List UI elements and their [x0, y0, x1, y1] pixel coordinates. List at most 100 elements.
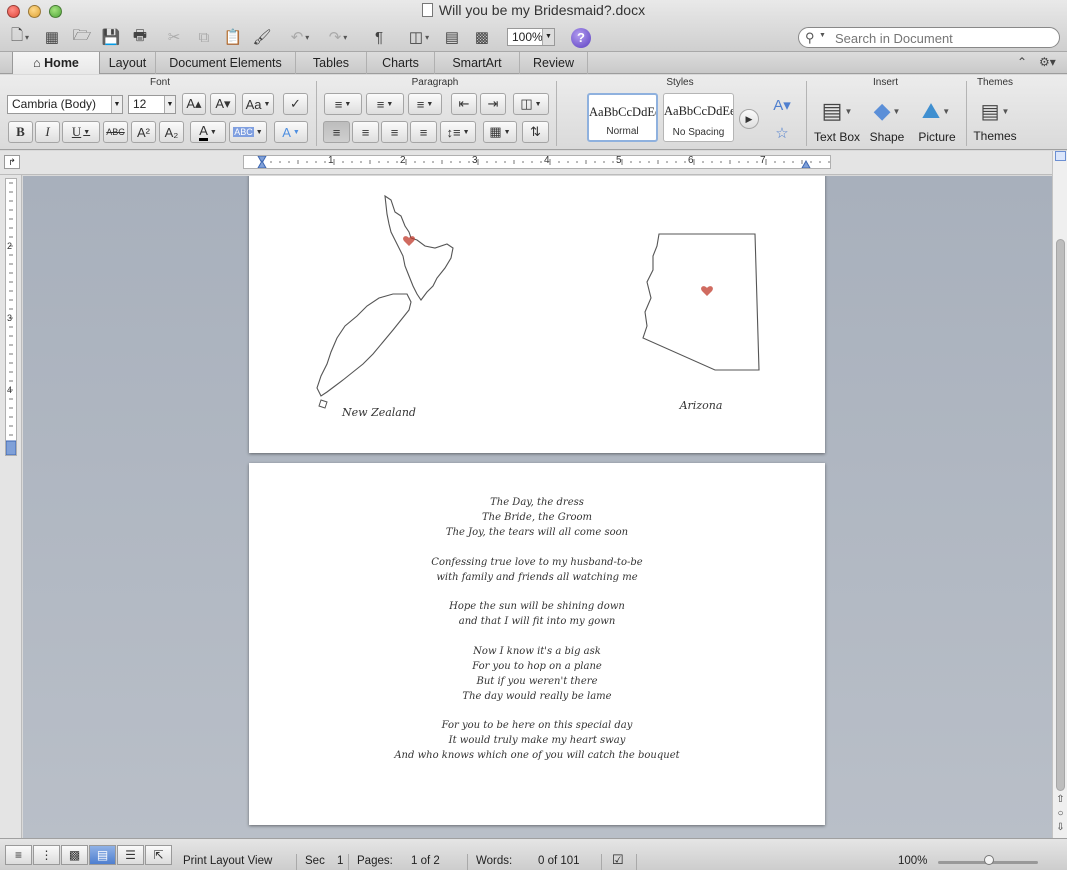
bold-button[interactable]: B [8, 121, 33, 143]
line-spacing-button[interactable]: ↕≡ ▼ [440, 121, 476, 143]
font-color-button[interactable]: A ▼ [190, 121, 226, 143]
search-input[interactable] [835, 30, 1050, 46]
text-box-button[interactable]: ▤ ▼ [816, 96, 858, 126]
tab-selector-icon[interactable]: ↱ [4, 155, 20, 169]
ruler-number: 3 [7, 313, 13, 323]
numbering-button[interactable]: ≡ ▼ [366, 93, 404, 115]
redo-button[interactable]: ↷ ▾ [322, 25, 354, 49]
poem-line: For you to hop on a plane [472, 660, 602, 672]
picture-button[interactable]: ⛰ ▼ [915, 96, 957, 126]
subscript-button[interactable]: A₂ [159, 121, 184, 143]
style-no-spacing[interactable]: AaBbCcDdEe No Spacing [663, 93, 734, 142]
view-name: Print Layout View [183, 855, 273, 867]
ruler-number: 7 [760, 155, 766, 166]
print-button[interactable]: 🖶 [128, 25, 152, 49]
help-icon[interactable]: ? [571, 28, 591, 48]
search-options-icon[interactable]: ▼ [819, 32, 826, 39]
undo-button[interactable]: ↶ ▾ [284, 25, 316, 49]
new-document-button[interactable]: 🗋 ▾ [5, 25, 35, 49]
publishing-view-button[interactable]: ▩ [61, 845, 88, 865]
gear-icon[interactable]: ⚙▾ [1039, 55, 1056, 69]
text-effects-button[interactable]: A ▼ [274, 121, 308, 143]
columns-button[interactable]: ◫ ▼ [513, 93, 549, 115]
superscript-button[interactable]: A² [131, 121, 156, 143]
align-left-button[interactable]: ≡ [323, 121, 350, 143]
bullets-button[interactable]: ≡ ▼ [324, 93, 362, 115]
paste-button[interactable]: 📋 [221, 25, 245, 49]
tab-smartart[interactable]: SmartArt [435, 52, 520, 74]
shape-button[interactable]: ◆ ▼ [866, 96, 908, 126]
clear-formatting-button[interactable]: ✓ [283, 93, 308, 115]
zoom-slider-knob[interactable] [984, 855, 994, 865]
draft-view-button[interactable]: ≡ [5, 845, 32, 865]
increase-indent-button[interactable]: ⇥ [480, 93, 506, 115]
copy-button[interactable]: ⧉ [192, 25, 216, 49]
cut-button[interactable]: ✂ [162, 25, 186, 49]
themes-button[interactable]: ▤ ▼ [974, 96, 1016, 126]
tab-review[interactable]: Review [520, 52, 588, 74]
change-styles-button[interactable]: A▾ [768, 93, 796, 117]
save-button[interactable]: 💾 [99, 25, 123, 49]
font-name-select[interactable]: Cambria (Body) ▼ [7, 95, 123, 114]
page-1[interactable]: New Zealand Arizona [249, 176, 825, 453]
borders-button[interactable]: ▦ ▼ [483, 121, 517, 143]
show-formatting-button[interactable]: ¶ [367, 25, 391, 49]
open-button[interactable]: 🗁 [70, 25, 94, 49]
format-painter-icon: 🖌 [252, 29, 272, 46]
view-button[interactable]: ◫ ▾ [402, 25, 436, 49]
styles-next-button[interactable]: ▶ [739, 109, 759, 129]
style-normal[interactable]: AaBbCcDdEe Normal [587, 93, 658, 142]
notebook-view-icon: ☰ [125, 848, 136, 862]
split-view-icon[interactable] [1055, 151, 1066, 161]
browse-object-icon[interactable]: ○ [1054, 807, 1067, 820]
tab-charts[interactable]: Charts [367, 52, 435, 74]
shrink-font-button[interactable]: A▾ [210, 93, 236, 115]
outline-view-icon: ⋮ [40, 848, 53, 862]
next-page-icon[interactable]: ⇩ [1054, 821, 1067, 834]
tab-document-elements[interactable]: Document Elements [156, 52, 296, 74]
vertical-scrollbar[interactable]: ⇧ ○ ⇩ [1052, 151, 1067, 838]
outline-view-button[interactable]: ⋮ [33, 845, 60, 865]
templates-button[interactable]: ▦ [40, 25, 64, 49]
strikethrough-button[interactable]: ABC [103, 121, 128, 143]
align-center-button[interactable]: ≡ [352, 121, 379, 143]
horizontal-ruler[interactable]: 1 2 3 4 5 6 7 [243, 155, 831, 169]
page-2[interactable]: The Day, the dress The Bride, the Groom Th… [249, 463, 825, 825]
poem-line: The day would really be lame [462, 690, 612, 702]
justify-button[interactable]: ≡ [410, 121, 437, 143]
tab-tables[interactable]: Tables [296, 52, 367, 74]
italic-button[interactable]: I [35, 121, 60, 143]
themes-group-label: Themes [976, 77, 1014, 88]
media-browser-button[interactable]: ▩ [469, 25, 495, 49]
highlight-button[interactable]: ABC ▼ [229, 121, 267, 143]
spelling-check-icon[interactable]: ☑ [612, 852, 624, 868]
sidebar-button[interactable]: ▤ [440, 25, 464, 49]
manage-styles-button[interactable]: ☆ [768, 121, 796, 145]
arizona-map [642, 233, 760, 371]
vertical-ruler[interactable]: 2 3 4 [5, 178, 17, 456]
collapse-ribbon-icon[interactable]: ⌃ [1017, 55, 1027, 69]
notebook-view-button[interactable]: ☰ [117, 845, 144, 865]
change-case-button[interactable]: Aa ▼ [242, 93, 274, 115]
grow-font-button[interactable]: A▴ [182, 93, 206, 115]
format-painter-button[interactable]: 🖌 [250, 25, 274, 49]
align-right-button[interactable]: ≡ [381, 121, 408, 143]
tab-layout[interactable]: Layout [100, 52, 156, 74]
decrease-indent-button[interactable]: ⇤ [451, 93, 477, 115]
poem-line: and that I will fit into my gown [458, 616, 616, 627]
sort-button[interactable]: ⇅ [522, 121, 549, 143]
full-screen-view-button[interactable]: ⇱ [145, 845, 172, 865]
font-size-select[interactable]: 12 ▼ [128, 95, 176, 114]
align-center-icon: ≡ [361, 124, 370, 140]
chevron-down-icon[interactable]: ▼ [542, 29, 554, 45]
document-area[interactable]: New Zealand Arizona The Day, the dress Th… [23, 176, 1052, 838]
search-field[interactable]: ⚲ ▼ [798, 27, 1060, 48]
multilevel-list-button[interactable]: ≡ ▼ [408, 93, 442, 115]
print-layout-view-button[interactable]: ▤ [89, 845, 116, 865]
previous-page-icon[interactable]: ⇧ [1054, 793, 1067, 806]
underline-button[interactable]: U ▼ [62, 121, 100, 143]
scrollbar-thumb[interactable] [1056, 239, 1065, 791]
tab-home[interactable]: ⌂ Home [12, 52, 100, 74]
poem-text[interactable]: The Day, the dress The Bride, the Groom Th… [249, 495, 825, 778]
zoom-field[interactable]: 100% ▼ [507, 28, 555, 46]
